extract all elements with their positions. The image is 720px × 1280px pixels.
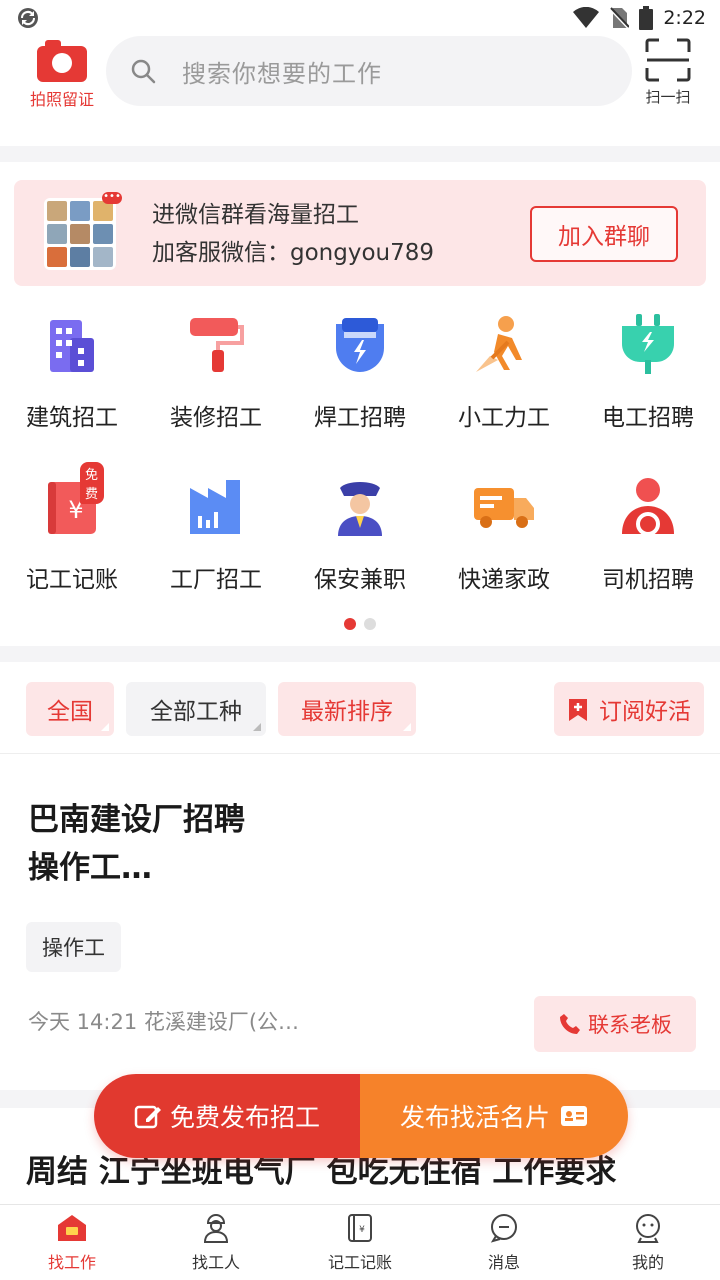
clock: 2:22 xyxy=(663,7,706,29)
category-label: 记工记账 xyxy=(26,567,118,593)
job-type-filter[interactable]: 全部工种 xyxy=(126,682,266,736)
electric-plug-icon xyxy=(622,314,674,374)
nav-profile[interactable]: 我的 xyxy=(576,1205,720,1280)
page-dot-active xyxy=(344,618,356,630)
nav-label: 消息 xyxy=(487,1253,520,1272)
home-job-icon xyxy=(58,1215,86,1241)
page-indicator xyxy=(344,618,376,630)
more-badge: ••• xyxy=(102,191,122,204)
ledger-icon: ¥ 免费 xyxy=(40,462,104,538)
category-delivery[interactable]: 快递家政 xyxy=(432,462,576,612)
delivery-truck-icon xyxy=(474,488,534,528)
contact-boss-button[interactable]: 联系老板 xyxy=(534,996,696,1052)
category-label: 焊工招聘 xyxy=(314,405,406,431)
post-card-button[interactable]: 发布找活名片 xyxy=(360,1074,628,1158)
category-construction[interactable]: 建筑招工 xyxy=(0,300,144,450)
category-label: 司机招聘 xyxy=(602,567,694,593)
camera-label: 拍照留证 xyxy=(29,90,94,109)
profile-icon xyxy=(636,1214,660,1243)
wifi-icon xyxy=(573,7,600,28)
post-job-label: 免费发布招工 xyxy=(169,1103,320,1132)
category-electrician[interactable]: 电工招聘 xyxy=(576,300,720,450)
welding-mask-icon xyxy=(336,318,384,372)
sync-icon xyxy=(18,8,38,28)
search-input[interactable]: 搜索你想要的工作 xyxy=(106,36,632,106)
bookmark-icon xyxy=(569,699,587,721)
category-label: 小工力工 xyxy=(458,405,550,431)
filter-bar: 全国 全部工种 最新排序 订阅好活 xyxy=(0,664,720,754)
nav-label: 记工记账 xyxy=(327,1253,392,1272)
laborer-icon xyxy=(476,316,522,372)
job-card[interactable]: 巴南建设厂招聘 操作工… 操作工 今天 14:21 花溪建设厂(公… 联系老板 xyxy=(0,756,720,1086)
svg-text:¥: ¥ xyxy=(359,1225,365,1235)
phone-icon xyxy=(560,1014,580,1034)
banner-text: 进微信群看海量招工 加客服微信：gongyou789 xyxy=(152,196,434,272)
worker-icon xyxy=(203,1214,229,1243)
bottom-nav: 找工作 找工人 ¥ 记工记账 消息 我的 xyxy=(0,1204,720,1280)
nav-find-worker[interactable]: 找工人 xyxy=(144,1205,288,1280)
scan-icon xyxy=(645,38,691,82)
sort-filter[interactable]: 最新排序 xyxy=(278,682,416,736)
nav-label: 找工作 xyxy=(47,1253,96,1272)
driver-icon xyxy=(622,478,674,536)
nav-label: 找工人 xyxy=(191,1253,240,1272)
job-tag: 操作工 xyxy=(26,922,121,972)
page-dot xyxy=(364,618,376,630)
category-grid: 建筑招工 装修招工 焊工招聘 小工力工 电工招聘 ¥ 免费 记工记账 工厂招工 … xyxy=(0,300,720,620)
factory-icon xyxy=(190,480,240,534)
no-sim-icon xyxy=(609,7,630,29)
category-label: 装修招工 xyxy=(170,405,262,431)
subscribe-label: 订阅好活 xyxy=(599,699,691,725)
category-driver[interactable]: 司机招聘 xyxy=(576,462,720,612)
nav-messages[interactable]: 消息 xyxy=(432,1205,576,1280)
scan-label: 扫一扫 xyxy=(645,88,691,106)
post-job-button[interactable]: 免费发布招工 xyxy=(94,1074,360,1158)
job-title: 巴南建设厂招聘 操作工… xyxy=(28,802,245,886)
publish-bar: 免费发布招工 发布找活名片 xyxy=(94,1074,628,1158)
building-icon xyxy=(50,320,94,372)
header: 拍照留证 搜索你想要的工作 扫一扫 xyxy=(0,36,720,140)
battery-icon xyxy=(639,6,654,30)
wechat-group-banner[interactable]: ••• 进微信群看海量招工 加客服微信：gongyou789 加入群聊 xyxy=(14,180,706,286)
nav-find-job[interactable]: 找工作 xyxy=(0,1205,144,1280)
category-decoration[interactable]: 装修招工 xyxy=(144,300,288,450)
job-meta: 今天 14:21 花溪建设厂(公… xyxy=(28,1010,300,1034)
camera-icon xyxy=(37,40,87,82)
category-factory[interactable]: 工厂招工 xyxy=(144,462,288,612)
category-label: 保安兼职 xyxy=(314,567,406,593)
group-avatar-icon xyxy=(44,198,116,270)
join-group-button[interactable]: 加入群聊 xyxy=(530,206,678,262)
category-label: 建筑招工 xyxy=(26,405,118,431)
contact-label: 联系老板 xyxy=(588,1013,672,1037)
category-security[interactable]: 保安兼职 xyxy=(288,462,432,612)
paint-roller-icon xyxy=(190,318,244,372)
divider xyxy=(0,146,720,162)
scan-button[interactable]: 扫一扫 xyxy=(636,38,700,112)
banner-line1: 进微信群看海量招工 xyxy=(152,202,359,228)
category-ledger[interactable]: ¥ 免费 记工记账 xyxy=(0,462,144,612)
status-bar: 2:22 xyxy=(0,0,720,36)
search-icon xyxy=(131,59,156,84)
region-filter[interactable]: 全国 xyxy=(26,682,114,736)
nav-ledger[interactable]: ¥ 记工记账 xyxy=(288,1205,432,1280)
ledger-book-icon: ¥ xyxy=(348,1214,372,1242)
divider xyxy=(0,646,720,662)
category-label: 电工招聘 xyxy=(602,405,694,431)
category-label: 工厂招工 xyxy=(170,567,262,593)
category-welding[interactable]: 焊工招聘 xyxy=(288,300,432,450)
free-badge: 免费 xyxy=(80,462,104,504)
category-laborer[interactable]: 小工力工 xyxy=(432,300,576,450)
search-placeholder: 搜索你想要的工作 xyxy=(182,59,382,88)
security-guard-icon xyxy=(338,482,382,536)
id-card-icon xyxy=(561,1106,587,1126)
post-card-label: 发布找活名片 xyxy=(399,1103,550,1132)
photo-evidence-button[interactable]: 拍照留证 xyxy=(22,40,102,114)
subscribe-button[interactable]: 订阅好活 xyxy=(554,682,704,736)
nav-label: 我的 xyxy=(631,1253,664,1272)
banner-line2: 加客服微信：gongyou789 xyxy=(152,240,435,266)
message-icon xyxy=(490,1214,517,1243)
edit-icon xyxy=(134,1105,161,1129)
category-label: 快递家政 xyxy=(458,567,550,593)
